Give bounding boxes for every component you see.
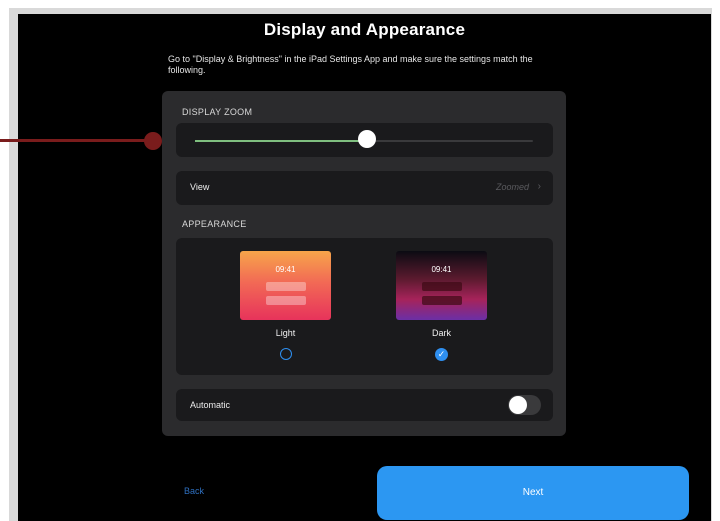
preview-time: 09:41 [431,265,452,274]
settings-card: DISPLAY ZOOM View Zoomed › APPEARANCE 09… [162,91,566,436]
back-button[interactable]: Back [184,486,204,496]
appearance-label: APPEARANCE [182,219,247,229]
toggle-knob [509,396,527,414]
preview-bar [266,296,306,305]
display-zoom-row [176,123,553,157]
dark-mode-preview[interactable]: 09:41 [396,251,487,320]
view-row[interactable]: View Zoomed › [176,171,553,205]
view-value: Zoomed [495,182,529,192]
annotation-pointer-dot [144,132,162,150]
dark-radio-checked[interactable]: ✓ [435,348,448,361]
preview-bar [422,282,462,291]
automatic-label: Automatic [190,400,231,410]
preview-bar [266,282,306,291]
automatic-row: Automatic [176,389,553,421]
annotation-pointer-line [0,139,150,142]
automatic-toggle[interactable] [508,395,541,415]
preview-bar [422,296,462,305]
dark-option-label: Dark [431,328,451,338]
checkmark-icon: ✓ [437,349,446,359]
preview-time: 09:41 [275,265,296,274]
slider-thumb[interactable] [358,130,377,148]
next-button[interactable]: Next [377,466,689,520]
chevron-right-icon: › [537,181,541,192]
light-option-label: Light [275,328,296,338]
light-mode-preview[interactable]: 09:41 [240,251,331,320]
light-radio[interactable] [280,348,292,360]
display-zoom-label: DISPLAY ZOOM [182,107,253,117]
slider-fill [195,140,368,142]
view-label: View [190,182,210,192]
page-instructions: Go to "Display & Brightness" in the iPad… [168,54,533,75]
app-screen: Display and Appearance Go to "Display & … [18,14,711,521]
page-title: Display and Appearance [263,20,466,39]
appearance-row: 09:41 Light 09:41 Dark ✓ [176,238,553,375]
